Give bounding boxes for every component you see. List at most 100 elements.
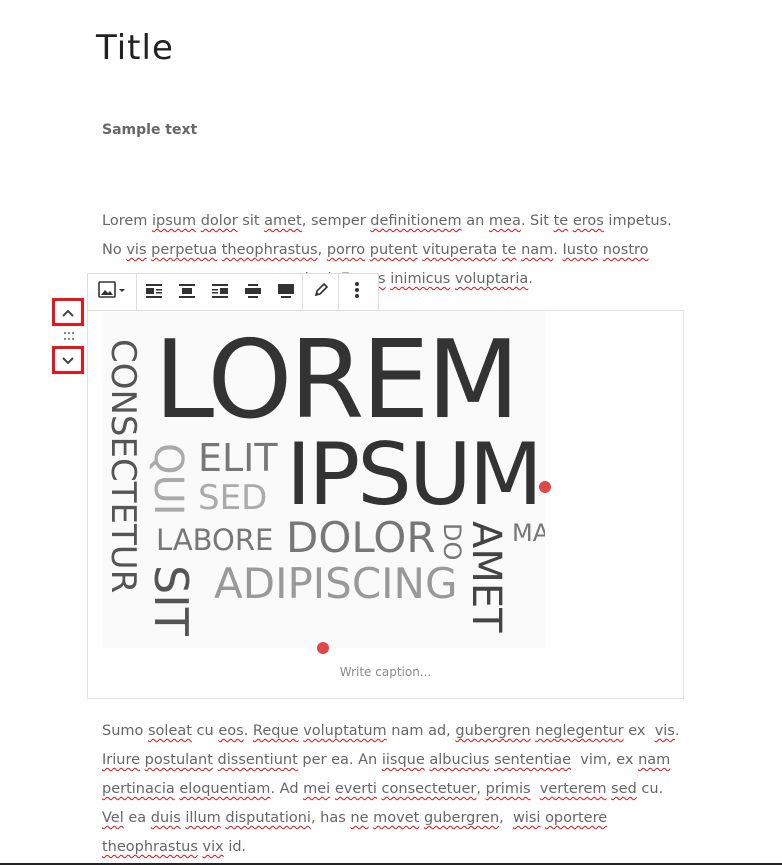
misspelled-word: Reque bbox=[252, 723, 299, 739]
misspelled-word: nam bbox=[521, 242, 554, 258]
misspelled-word: perpetua bbox=[151, 242, 218, 258]
misspelled-word: Iriure bbox=[102, 752, 141, 768]
post-title[interactable]: Title bbox=[96, 28, 174, 68]
paragraph-line: Iriure postulant dissentiunt per ea. An … bbox=[102, 746, 682, 775]
misspelled-word: sed bbox=[611, 781, 637, 797]
word-cloud-image[interactable]: LOREM IPSUM CONSECTETUR QUI ELIT SED LAB… bbox=[102, 311, 545, 648]
misspelled-word: duis bbox=[150, 810, 181, 826]
misspelled-word: dissentiunt bbox=[217, 752, 298, 768]
misspelled-word: vis bbox=[126, 242, 147, 258]
misspelled-word: theophrastus bbox=[221, 242, 318, 258]
text-run: , bbox=[317, 242, 327, 258]
misspelled-word: movet bbox=[373, 810, 420, 826]
misspelled-word: albucius bbox=[429, 752, 490, 768]
misspelled-word: vis bbox=[654, 723, 675, 739]
change-block-type-button[interactable] bbox=[88, 274, 136, 310]
text-run bbox=[531, 781, 540, 797]
resize-handle-right[interactable] bbox=[539, 481, 551, 493]
pencil-icon bbox=[313, 282, 329, 302]
text-run: . bbox=[243, 723, 253, 739]
text-run: vim, ex bbox=[571, 752, 639, 768]
text-run: . bbox=[528, 271, 533, 287]
align-right-icon bbox=[211, 283, 228, 302]
block-toolbar bbox=[87, 273, 379, 311]
text-run: Sumo bbox=[102, 723, 148, 739]
align-left-button[interactable] bbox=[137, 274, 170, 310]
word-labore: LABORE bbox=[156, 523, 274, 557]
text-run: sit bbox=[237, 213, 265, 229]
misspelled-word: pertinacia bbox=[102, 781, 175, 797]
text-run: id. bbox=[223, 839, 247, 855]
misspelled-word: vix bbox=[202, 839, 224, 855]
text-run: impetus. bbox=[603, 213, 672, 229]
move-block-down-button[interactable] bbox=[52, 346, 84, 374]
misspelled-word: theophrastus bbox=[102, 839, 198, 855]
misspelled-word: amet bbox=[264, 213, 302, 229]
text-run: ex bbox=[623, 723, 655, 739]
word-adipiscing: ADIPISCING bbox=[214, 559, 458, 608]
misspelled-word: wisi bbox=[512, 810, 541, 826]
text-run: , bbox=[476, 781, 486, 797]
text-run: Lorem bbox=[102, 213, 148, 229]
misspelled-word: oportere bbox=[545, 810, 608, 826]
misspelled-word: vituperata bbox=[422, 242, 498, 258]
misspelled-word: everti bbox=[334, 781, 377, 797]
paragraph-line: No vis perpetua theophrastus, porro pute… bbox=[102, 236, 682, 265]
wide-width-button[interactable] bbox=[236, 274, 269, 310]
misspelled-word: definitionem bbox=[370, 213, 462, 229]
misspelled-word: dolor bbox=[200, 213, 238, 229]
misspelled-word: mei bbox=[303, 781, 331, 797]
misspelled-word: sententiae bbox=[494, 752, 572, 768]
edit-image-button[interactable] bbox=[303, 274, 338, 310]
resize-handle-bottom[interactable] bbox=[317, 642, 329, 654]
text-run: , semper bbox=[301, 213, 371, 229]
move-block-up-button[interactable] bbox=[52, 298, 84, 326]
text-run: per ea. An bbox=[297, 752, 382, 768]
text-run: , has bbox=[310, 810, 351, 826]
word-dolor: DOLOR bbox=[286, 513, 436, 562]
align-center-button[interactable] bbox=[170, 274, 203, 310]
misspelled-word: putent bbox=[369, 242, 418, 258]
full-width-button[interactable] bbox=[269, 274, 302, 310]
more-options-button[interactable] bbox=[339, 274, 375, 310]
misspelled-word: disputationi bbox=[225, 810, 311, 826]
align-wide-icon bbox=[244, 283, 261, 302]
align-full-icon bbox=[277, 283, 294, 302]
caption-input[interactable]: Write caption... bbox=[87, 665, 684, 679]
paragraph-block-2[interactable]: Sumo soleat cu eos. Reque voluptatum nam… bbox=[102, 717, 682, 862]
misspelled-word: eros bbox=[572, 213, 604, 229]
paragraph-line: theophrastus vix id. bbox=[102, 833, 682, 862]
word-do: DO bbox=[438, 523, 466, 561]
misspelled-word: postulant bbox=[144, 752, 213, 768]
chevron-up-icon bbox=[61, 303, 75, 322]
misspelled-word: voluptaria bbox=[454, 271, 529, 287]
text-run: . bbox=[674, 723, 680, 739]
word-sed: SED bbox=[198, 478, 268, 518]
misspelled-word: ne bbox=[350, 810, 369, 826]
sample-text-heading[interactable]: Sample text bbox=[102, 122, 197, 138]
misspelled-word: porro bbox=[326, 242, 366, 258]
misspelled-word: ipsum bbox=[152, 213, 197, 229]
align-right-button[interactable] bbox=[203, 274, 236, 310]
misspelled-word: eos bbox=[218, 723, 244, 739]
drag-handle-icon[interactable] bbox=[64, 332, 74, 342]
align-center-icon bbox=[178, 283, 195, 302]
word-ma: MA bbox=[512, 519, 545, 547]
word-ipsum: IPSUM bbox=[286, 425, 543, 525]
text-run: . Sit bbox=[520, 213, 554, 229]
misspelled-word: te bbox=[501, 242, 517, 258]
misspelled-word: Iusto bbox=[562, 242, 599, 258]
misspelled-word: soleat bbox=[148, 723, 192, 739]
paragraph-line: Sumo soleat cu eos. Reque voluptatum nam… bbox=[102, 717, 682, 746]
misspelled-word: voluptatum bbox=[303, 723, 387, 739]
misspelled-word: eloquentiam bbox=[179, 781, 271, 797]
text-run: cu bbox=[191, 723, 219, 739]
paragraph-line: Lorem ipsum dolor sit amet, semper defin… bbox=[102, 207, 682, 236]
paragraph-line: Vel ea duis illum disputationi, has ne m… bbox=[102, 804, 682, 833]
chevron-down-icon bbox=[61, 351, 75, 370]
text-run: , bbox=[499, 810, 513, 826]
text-run: ea bbox=[123, 810, 151, 826]
misspelled-word: te bbox=[553, 213, 569, 229]
word-lorem: LOREM bbox=[154, 318, 520, 443]
misspelled-word: nostro bbox=[602, 242, 649, 258]
